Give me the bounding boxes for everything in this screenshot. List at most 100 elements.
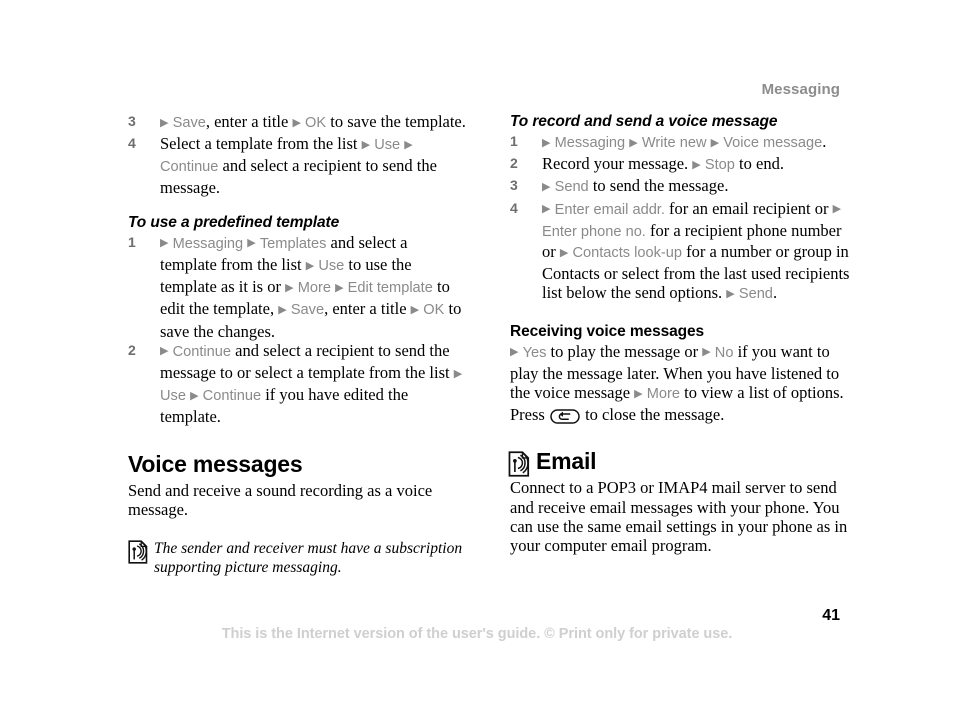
- menu-command: Save: [172, 115, 206, 131]
- signal-note-icon: [128, 540, 148, 569]
- menu-arrow-icon: ▶: [160, 237, 169, 250]
- menu-command: Continue: [160, 159, 219, 176]
- note-block: The sender and receiver must have a subs…: [128, 539, 468, 577]
- continued-step-list: 3 ▶ Save, enter a title ▶ OK to save the…: [128, 112, 468, 197]
- menu-command: Contacts look-up: [572, 245, 682, 262]
- step-number: 1: [128, 233, 136, 250]
- menu-arrow-icon: ▶: [247, 237, 256, 250]
- menu-command: Edit template: [347, 280, 433, 297]
- list-item: 2 ▶ Continue and select a recipient to s…: [128, 341, 468, 427]
- menu-command: Yes: [522, 344, 547, 361]
- step-text: ▶ Messaging ▶ Templates and select a tem…: [160, 232, 462, 341]
- menu-arrow-icon: ▶: [335, 281, 344, 294]
- menu-command: Use: [318, 258, 345, 275]
- list-item: 1 ▶ Messaging ▶ Templates and select a t…: [128, 233, 468, 341]
- section-heading-email: Email: [536, 448, 597, 475]
- list-item: 2 Record your message. ▶ Stop to end.: [510, 154, 850, 176]
- menu-arrow-icon: ▶: [453, 367, 463, 380]
- menu-command: Messaging: [172, 235, 244, 252]
- menu-command: Write new: [641, 135, 707, 151]
- menu-arrow-icon: ▶: [542, 180, 551, 193]
- menu-command: Use: [374, 137, 401, 154]
- step-text: ▶ Save, enter a title ▶ OK to save the t…: [160, 112, 466, 131]
- menu-command: OK: [423, 302, 445, 319]
- note-text: The sender and receiver must have a subs…: [154, 540, 463, 577]
- menu-arrow-icon: ▶: [542, 136, 551, 149]
- menu-arrow-icon: ▶: [634, 387, 643, 400]
- menu-arrow-icon: ▶: [160, 345, 169, 358]
- menu-arrow-icon: ▶: [292, 116, 301, 129]
- email-body: Connect to a POP3 or IMAP4 mail server t…: [510, 478, 848, 556]
- step-number: 2: [128, 341, 136, 358]
- menu-command: Enter phone no.: [542, 223, 646, 240]
- list-item: 4 Select a template from the list ▶ Use …: [128, 134, 468, 197]
- menu-command: Use: [160, 388, 186, 405]
- menu-arrow-icon: ▶: [410, 303, 420, 316]
- step-number: 1: [510, 133, 518, 149]
- step-text: ▶ Continue and select a recipient to sen…: [160, 340, 463, 427]
- menu-arrow-icon: ▶: [190, 389, 199, 402]
- footer-copyright-note: This is the Internet version of the user…: [221, 626, 733, 642]
- step-number: 4: [128, 135, 136, 152]
- menu-arrow-icon: ▶: [361, 138, 371, 151]
- receiving-voice-messages-body: ▶ Yes to play the message or ▶ No if you…: [510, 342, 850, 429]
- step-number: 3: [510, 177, 518, 194]
- email-section: Email: [508, 448, 850, 478]
- subheading-receiving-voice-messages: Receiving voice messages: [510, 322, 705, 340]
- menu-command: More: [297, 280, 331, 297]
- menu-command: Save: [290, 302, 325, 319]
- voice-messages-body: Send and receive a sound recording as a …: [128, 480, 433, 519]
- right-column: To record and send a voice message 1 ▶ M…: [508, 112, 850, 556]
- menu-command: Continue: [172, 343, 232, 360]
- menu-command: Messaging: [554, 135, 626, 151]
- menu-command: Voice message: [723, 135, 823, 151]
- menu-command: Send: [554, 179, 589, 196]
- menu-arrow-icon: ▶: [305, 259, 315, 272]
- menu-command: Send: [738, 286, 773, 303]
- step-text: Select a template from the list ▶ Use ▶ …: [160, 134, 437, 197]
- subheading-record-and-send-voice-message: To record and send a voice message: [510, 113, 778, 130]
- menu-command: Stop: [704, 157, 735, 174]
- section-heading-voice-messages: Voice messages: [128, 450, 303, 477]
- step-text: ▶ Messaging ▶ Write new ▶ Voice message.: [542, 132, 827, 151]
- running-head-chapter: Messaging: [761, 81, 840, 98]
- menu-arrow-icon: ▶: [702, 346, 711, 359]
- menu-arrow-icon: ▶: [629, 136, 638, 149]
- manual-page: Messaging 3 ▶ Save, enter a title ▶ OK t…: [0, 0, 954, 710]
- left-column: 3 ▶ Save, enter a title ▶ OK to save the…: [128, 112, 468, 577]
- list-item: 1 ▶ Messaging ▶ Write new ▶ Voice messag…: [510, 132, 850, 154]
- list-item: 3 ▶ Save, enter a title ▶ OK to save the…: [128, 112, 468, 134]
- menu-command: No: [714, 344, 734, 361]
- page-number: 41: [822, 607, 840, 624]
- back-key-icon: [550, 409, 580, 428]
- menu-command: Enter email addr.: [554, 201, 665, 218]
- subheading-use-predefined-template: To use a predefined template: [128, 213, 340, 231]
- list-item: 3 ▶ Send to send the message.: [510, 176, 850, 198]
- step-text: ▶ Send to send the message.: [542, 176, 729, 196]
- menu-command: Templates: [259, 235, 327, 252]
- menu-arrow-icon: ▶: [692, 158, 701, 171]
- step-text: ▶ Enter email addr. for an email recipie…: [542, 198, 850, 303]
- predefined-template-step-list: 1 ▶ Messaging ▶ Templates and select a t…: [128, 233, 468, 427]
- signal-note-icon: [508, 451, 530, 482]
- menu-arrow-icon: ▶: [832, 203, 842, 216]
- step-number: 3: [128, 113, 136, 129]
- step-number: 4: [510, 199, 518, 216]
- menu-command: More: [646, 386, 681, 403]
- menu-arrow-icon: ▶: [559, 246, 569, 259]
- menu-arrow-icon: ▶: [285, 281, 294, 294]
- menu-arrow-icon: ▶: [710, 136, 720, 149]
- record-send-step-list: 1 ▶ Messaging ▶ Write new ▶ Voice messag…: [510, 132, 850, 306]
- menu-command: OK: [305, 115, 327, 131]
- receiving-text-after-key: to close the message.: [580, 405, 725, 425]
- step-number: 2: [510, 155, 518, 172]
- menu-arrow-icon: ▶: [510, 346, 519, 359]
- list-item: 4 ▶ Enter email addr. for an email recip…: [510, 199, 850, 306]
- menu-arrow-icon: ▶: [726, 287, 735, 300]
- menu-arrow-icon: ▶: [404, 138, 413, 151]
- menu-arrow-icon: ▶: [160, 116, 169, 129]
